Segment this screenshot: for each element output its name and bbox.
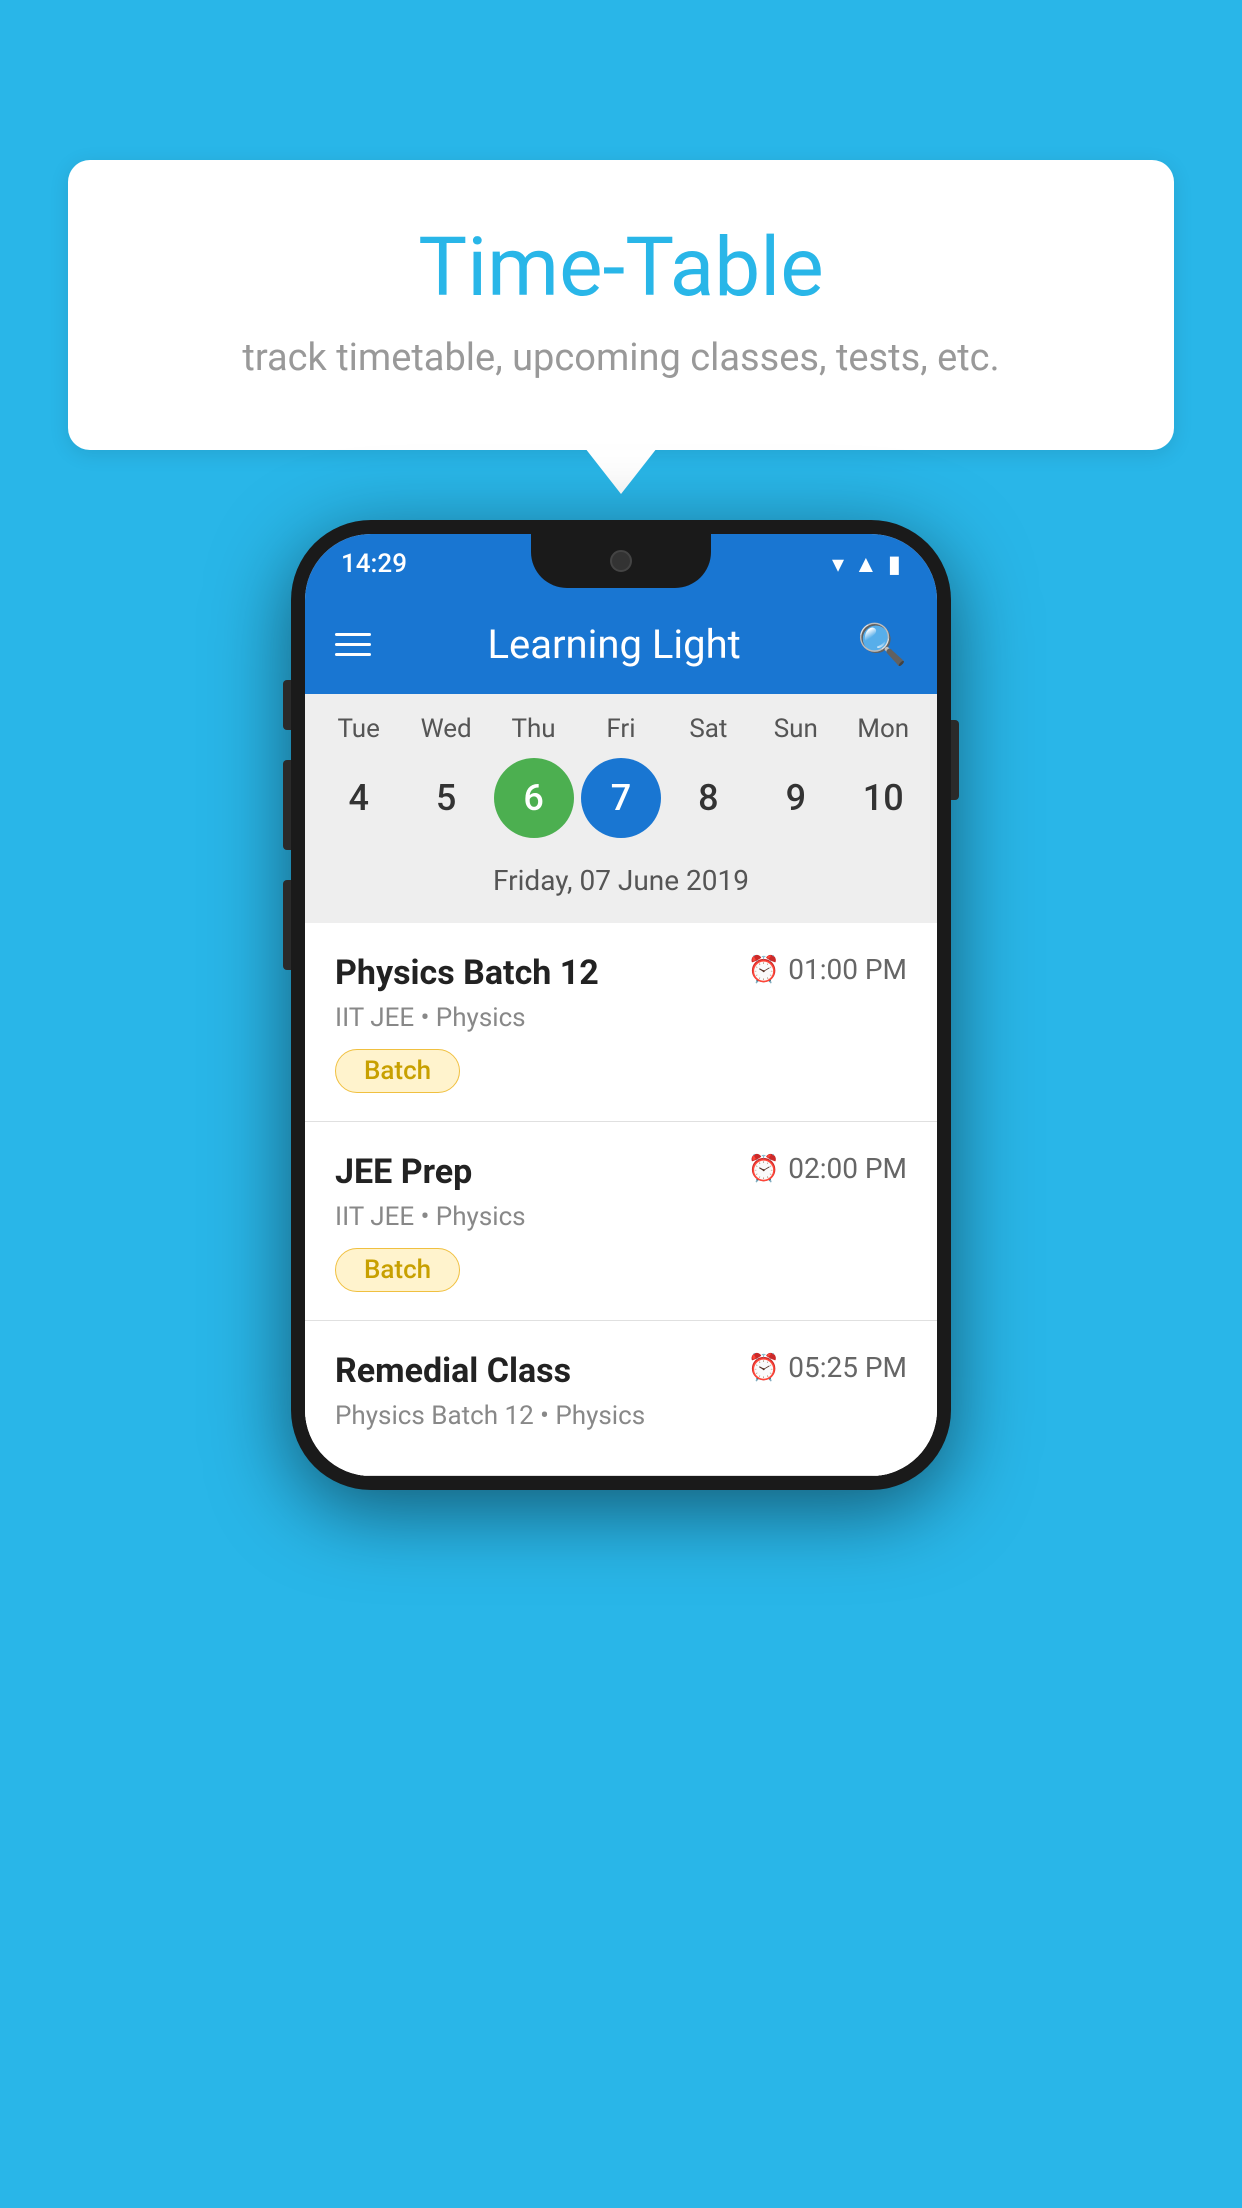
status-time: 14:29 bbox=[341, 549, 407, 579]
schedule-name-2: JEE Prep bbox=[335, 1152, 472, 1192]
day-label-sun: Sun bbox=[756, 714, 836, 744]
schedule-meta-1: IIT JEE • Physics bbox=[335, 1003, 907, 1033]
phone-notch bbox=[531, 534, 711, 588]
signal-icon: ▲ bbox=[854, 550, 878, 579]
day-8[interactable]: 8 bbox=[668, 758, 748, 838]
tooltip-title: Time-Table bbox=[118, 220, 1124, 316]
silent-button bbox=[283, 880, 291, 970]
day-numbers: 4 5 6 7 8 9 10 bbox=[315, 758, 927, 838]
search-icon[interactable]: 🔍 bbox=[857, 621, 907, 668]
day-labels: Tue Wed Thu Fri Sat Sun Mon bbox=[315, 714, 927, 744]
app-title: Learning Light bbox=[487, 621, 740, 668]
clock-icon-3: ⏰ bbox=[748, 1353, 780, 1383]
schedule-item-physics-batch[interactable]: Physics Batch 12 ⏰ 01:00 PM IIT JEE • Ph… bbox=[305, 923, 937, 1122]
clock-icon-1: ⏰ bbox=[748, 955, 780, 985]
schedule-time-2: ⏰ 02:00 PM bbox=[748, 1152, 907, 1185]
day-label-thu: Thu bbox=[494, 714, 574, 744]
day-10[interactable]: 10 bbox=[843, 758, 923, 838]
status-icons: ▾ ▲ ▮ bbox=[832, 550, 901, 579]
schedule-item-header-1: Physics Batch 12 ⏰ 01:00 PM bbox=[335, 953, 907, 993]
tooltip-subtitle: track timetable, upcoming classes, tests… bbox=[118, 336, 1124, 380]
app-bar: Learning Light 🔍 bbox=[305, 594, 937, 694]
schedule-item-header-2: JEE Prep ⏰ 02:00 PM bbox=[335, 1152, 907, 1192]
camera-dot bbox=[610, 550, 632, 572]
hamburger-line-3 bbox=[335, 653, 371, 656]
schedule-meta-2: IIT JEE • Physics bbox=[335, 1202, 907, 1232]
day-label-mon: Mon bbox=[843, 714, 923, 744]
day-label-fri: Fri bbox=[581, 714, 661, 744]
hamburger-menu[interactable] bbox=[335, 633, 371, 656]
calendar-strip: Tue Wed Thu Fri Sat Sun Mon 4 5 6 7 8 9 … bbox=[305, 694, 937, 923]
day-label-sat: Sat bbox=[668, 714, 748, 744]
phone-screen: 14:29 ▾ ▲ ▮ Learning Light 🔍 bbox=[305, 534, 937, 1476]
hamburger-line-1 bbox=[335, 633, 371, 636]
schedule-item-jee-prep[interactable]: JEE Prep ⏰ 02:00 PM IIT JEE • Physics Ba… bbox=[305, 1122, 937, 1321]
schedule-item-remedial[interactable]: Remedial Class ⏰ 05:25 PM Physics Batch … bbox=[305, 1321, 937, 1476]
schedule-item-header-3: Remedial Class ⏰ 05:25 PM bbox=[335, 1351, 907, 1391]
tooltip-card: Time-Table track timetable, upcoming cla… bbox=[68, 160, 1174, 450]
day-5[interactable]: 5 bbox=[406, 758, 486, 838]
hamburger-line-2 bbox=[335, 643, 371, 646]
batch-badge-1: Batch bbox=[335, 1049, 460, 1093]
batch-badge-2: Batch bbox=[335, 1248, 460, 1292]
selected-date-label: Friday, 07 June 2019 bbox=[315, 854, 927, 913]
schedule-time-3: ⏰ 05:25 PM bbox=[748, 1351, 907, 1384]
schedule-name-3: Remedial Class bbox=[335, 1351, 571, 1391]
day-4[interactable]: 4 bbox=[319, 758, 399, 838]
clock-icon-2: ⏰ bbox=[748, 1154, 780, 1184]
day-6-today[interactable]: 6 bbox=[494, 758, 574, 838]
schedule-meta-3: Physics Batch 12 • Physics bbox=[335, 1401, 907, 1431]
day-label-wed: Wed bbox=[406, 714, 486, 744]
day-9[interactable]: 9 bbox=[756, 758, 836, 838]
day-label-tue: Tue bbox=[319, 714, 399, 744]
phone-outer: 14:29 ▾ ▲ ▮ Learning Light 🔍 bbox=[291, 520, 951, 1490]
phone-mockup: 14:29 ▾ ▲ ▮ Learning Light 🔍 bbox=[291, 520, 951, 1490]
wifi-icon: ▾ bbox=[832, 550, 844, 578]
schedule-name-1: Physics Batch 12 bbox=[335, 953, 599, 993]
volume-up-button bbox=[283, 680, 291, 730]
battery-icon: ▮ bbox=[888, 550, 901, 578]
volume-down-button bbox=[283, 760, 291, 850]
day-7-selected[interactable]: 7 bbox=[581, 758, 661, 838]
power-button bbox=[951, 720, 959, 800]
schedule-time-1: ⏰ 01:00 PM bbox=[748, 953, 907, 986]
schedule-list: Physics Batch 12 ⏰ 01:00 PM IIT JEE • Ph… bbox=[305, 923, 937, 1476]
